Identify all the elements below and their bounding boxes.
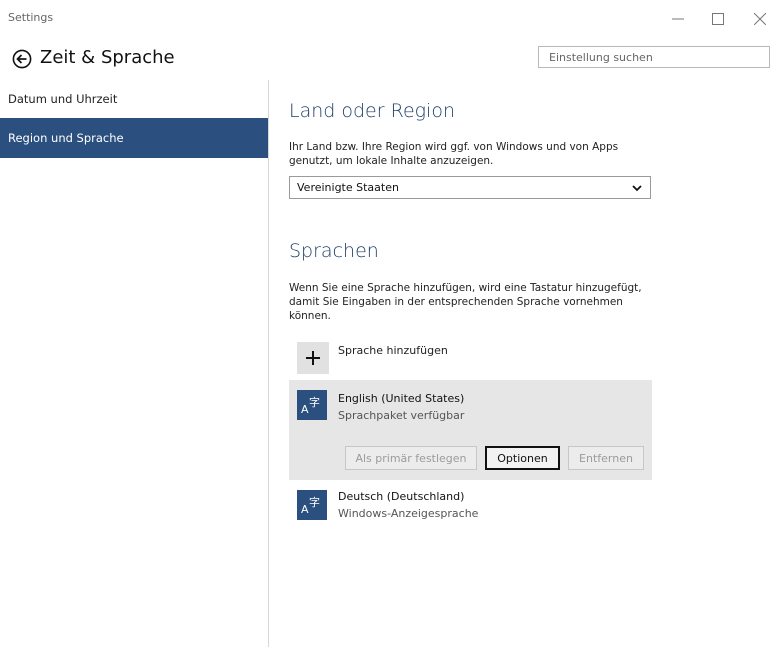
minimize-button[interactable]: [660, 4, 696, 34]
back-arrow-circle-icon: [12, 49, 32, 69]
plus-icon: [297, 342, 329, 374]
region-section-title: Land oder Region: [289, 100, 455, 122]
close-button[interactable]: [742, 4, 778, 34]
maximize-icon: [712, 13, 724, 25]
language-glyph-icon: A 字: [297, 390, 327, 420]
sidebar-item-date-time[interactable]: Datum und Uhrzeit: [0, 80, 268, 117]
back-button[interactable]: [12, 49, 32, 69]
language-status: Windows-Anzeigesprache: [338, 507, 479, 520]
chevron-down-icon: [632, 185, 642, 192]
options-button[interactable]: Optionen: [485, 446, 560, 470]
options-label: Optionen: [497, 451, 548, 465]
window-title: Settings: [8, 11, 54, 24]
language-item-german[interactable]: A 字 Deutsch (Deutschland) Windows-Anzeig…: [289, 484, 652, 524]
languages-section-title: Sprachen: [289, 240, 379, 262]
search-input[interactable]: [538, 46, 770, 68]
title-bar: Settings: [0, 0, 778, 38]
language-status: Sprachpaket verfügbar: [338, 409, 465, 422]
add-language-button[interactable]: Sprache hinzufügen: [289, 342, 589, 376]
sidebar: Datum und Uhrzeit Region und Sprache: [0, 80, 268, 647]
language-name: Deutsch (Deutschland): [338, 490, 465, 503]
header: Zeit & Sprache: [0, 38, 778, 80]
sidebar-item-region-language[interactable]: Region und Sprache: [0, 118, 268, 158]
page-title: Zeit & Sprache: [40, 47, 175, 68]
region-description: Ihr Land bzw. Ihre Region wird ggf. von …: [289, 141, 619, 167]
remove-button[interactable]: Entfernen: [568, 446, 644, 470]
svg-text:A: A: [301, 403, 309, 416]
main-content: Land oder Region Ihr Land bzw. Ihre Regi…: [269, 80, 778, 647]
svg-text:字: 字: [309, 495, 320, 509]
close-icon: [754, 13, 766, 25]
svg-text:A: A: [301, 503, 309, 516]
maximize-button[interactable]: [700, 4, 736, 34]
country-dropdown[interactable]: Vereinigte Staaten: [289, 176, 651, 199]
remove-label: Entfernen: [579, 451, 633, 465]
set-primary-button[interactable]: Als primär festlegen: [345, 446, 477, 470]
sidebar-item-label: Datum und Uhrzeit: [8, 91, 118, 106]
minimize-icon: [672, 18, 684, 20]
sidebar-item-label: Region und Sprache: [8, 131, 124, 145]
country-dropdown-value: Vereinigte Staaten: [297, 181, 399, 194]
language-item-english[interactable]: A 字 English (United States) Sprachpaket …: [289, 380, 652, 480]
language-name: English (United States): [338, 392, 465, 405]
add-language-label: Sprache hinzufügen: [338, 344, 448, 357]
set-primary-label: Als primär festlegen: [355, 451, 467, 465]
languages-description: Wenn Sie eine Sprache hinzufügen, wird e…: [289, 282, 642, 322]
language-glyph-icon: A 字: [297, 490, 327, 520]
svg-text:字: 字: [309, 395, 320, 409]
